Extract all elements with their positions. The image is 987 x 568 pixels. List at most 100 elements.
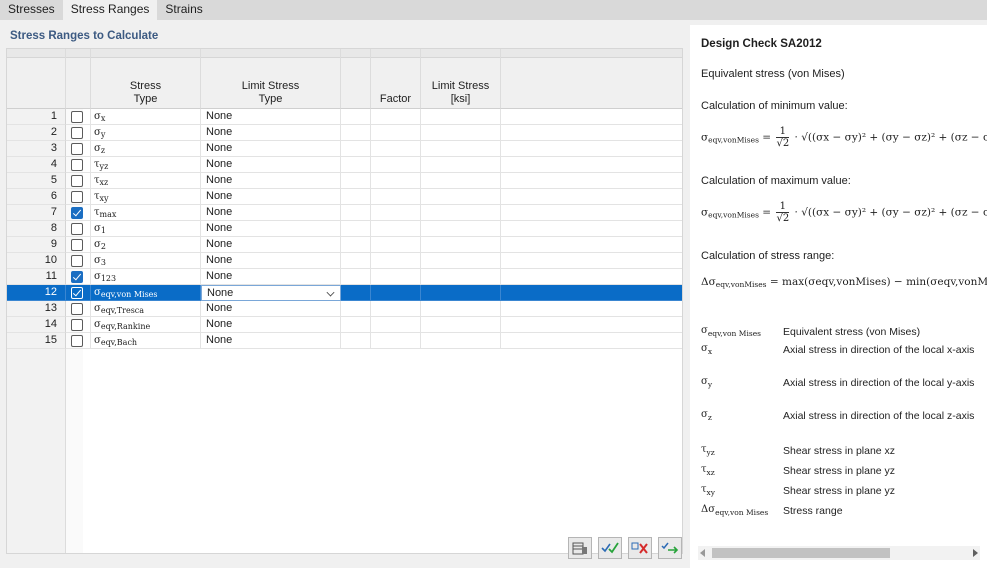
limit-stress-cell[interactable] [421, 269, 501, 285]
row-checkbox-cell[interactable] [66, 285, 91, 301]
limit-type-cell[interactable]: None [201, 205, 341, 221]
scroll-thumb[interactable] [712, 548, 890, 558]
limit-type-cell[interactable]: None [201, 173, 341, 189]
limit-stress-cell[interactable] [421, 253, 501, 269]
factor-cell[interactable] [371, 189, 421, 205]
scroll-left-icon[interactable] [700, 549, 705, 557]
row-checkbox[interactable] [71, 143, 83, 155]
row-checkbox-cell[interactable] [66, 301, 91, 317]
factor-cell[interactable] [371, 253, 421, 269]
row-checkbox[interactable] [71, 271, 83, 283]
table-row[interactable]: 5 τxz None [7, 173, 682, 189]
factor-cell[interactable] [371, 125, 421, 141]
tab-strains[interactable]: Strains [157, 0, 210, 20]
row-checkbox[interactable] [71, 239, 83, 251]
row-checkbox-cell[interactable] [66, 157, 91, 173]
limit-stress-cell[interactable] [421, 317, 501, 333]
row-checkbox-cell[interactable] [66, 333, 91, 349]
table-row[interactable]: 15 σeqv,Bach None [7, 333, 682, 349]
limit-stress-cell[interactable] [421, 157, 501, 173]
header-factor[interactable]: Factor [371, 49, 421, 109]
uncheck-all-icon[interactable] [628, 537, 652, 559]
factor-cell[interactable] [371, 141, 421, 157]
limit-type-cell[interactable]: None [201, 125, 341, 141]
row-checkbox[interactable] [71, 319, 83, 331]
row-checkbox[interactable] [71, 287, 83, 299]
row-checkbox-cell[interactable] [66, 109, 91, 125]
limit-type-cell[interactable]: None [201, 269, 341, 285]
toggle-check-icon[interactable] [658, 537, 682, 559]
limit-type-cell[interactable]: None [201, 141, 341, 157]
row-checkbox[interactable] [71, 223, 83, 235]
limit-type-cell[interactable]: None [201, 109, 341, 125]
limit-stress-cell[interactable] [421, 285, 501, 301]
factor-cell[interactable] [371, 301, 421, 317]
row-checkbox[interactable] [71, 159, 83, 171]
limit-stress-cell[interactable] [421, 221, 501, 237]
row-checkbox-cell[interactable] [66, 141, 91, 157]
limit-type-cell[interactable]: None [201, 253, 341, 269]
table-row[interactable]: 13 σeqv,Tresca None [7, 301, 682, 317]
limit-type-cell[interactable]: None [201, 221, 341, 237]
factor-cell[interactable] [371, 317, 421, 333]
table-row[interactable]: 7 τmax None [7, 205, 682, 221]
limit-stress-cell[interactable] [421, 237, 501, 253]
row-checkbox[interactable] [71, 111, 83, 123]
row-checkbox[interactable] [71, 207, 83, 219]
limit-type-cell[interactable]: None [201, 317, 341, 333]
limit-stress-cell[interactable] [421, 205, 501, 221]
factor-cell[interactable] [371, 205, 421, 221]
row-checkbox-cell[interactable] [66, 221, 91, 237]
limit-type-cell[interactable]: None [201, 237, 341, 253]
table-row[interactable]: 10 σ3 None [7, 253, 682, 269]
limit-type-cell[interactable]: None [201, 333, 341, 349]
table-row[interactable]: 4 τyz None [7, 157, 682, 173]
table-row[interactable]: 8 σ1 None [7, 221, 682, 237]
row-checkbox-cell[interactable] [66, 173, 91, 189]
factor-cell[interactable] [371, 333, 421, 349]
row-checkbox-cell[interactable] [66, 269, 91, 285]
limit-type-cell[interactable]: None [201, 189, 341, 205]
limit-type-dropdown[interactable]: None [201, 285, 341, 301]
row-checkbox[interactable] [71, 255, 83, 267]
row-checkbox[interactable] [71, 127, 83, 139]
limit-type-cell[interactable]: None [201, 301, 341, 317]
limit-type-cell[interactable]: None [201, 157, 341, 173]
header-limit-stress-type[interactable]: Limit Stress Type [201, 49, 341, 109]
table-row[interactable]: 9 σ2 None [7, 237, 682, 253]
row-checkbox[interactable] [71, 335, 83, 347]
row-checkbox-cell[interactable] [66, 205, 91, 221]
limit-stress-cell[interactable] [421, 333, 501, 349]
header-stress-type[interactable]: Stress Type [91, 49, 201, 109]
scroll-right-icon[interactable] [973, 549, 978, 557]
header-limit-stress[interactable]: Limit Stress [ksi] [421, 49, 501, 109]
table-row[interactable]: 6 τxy None [7, 189, 682, 205]
table-row[interactable]: 1 σx None [7, 109, 682, 125]
limit-stress-cell[interactable] [421, 109, 501, 125]
row-checkbox-cell[interactable] [66, 317, 91, 333]
limit-stress-cell[interactable] [421, 189, 501, 205]
factor-cell[interactable] [371, 109, 421, 125]
row-checkbox[interactable] [71, 175, 83, 187]
factor-cell[interactable] [371, 221, 421, 237]
tab-stress-ranges[interactable]: Stress Ranges [62, 0, 158, 20]
row-checkbox[interactable] [71, 303, 83, 315]
factor-cell[interactable] [371, 237, 421, 253]
row-checkbox[interactable] [71, 191, 83, 203]
row-checkbox-cell[interactable] [66, 125, 91, 141]
factor-cell[interactable] [371, 285, 421, 301]
limit-stress-cell[interactable] [421, 301, 501, 317]
factor-cell[interactable] [371, 269, 421, 285]
horizontal-scrollbar[interactable] [698, 546, 980, 560]
row-checkbox-cell[interactable] [66, 189, 91, 205]
table-settings-icon[interactable] [568, 537, 592, 559]
table-row[interactable]: 14 σeqv,Rankine None [7, 317, 682, 333]
table-row[interactable]: 11 σ123 None [7, 269, 682, 285]
table-row[interactable]: 2 σy None [7, 125, 682, 141]
tab-stresses[interactable]: Stresses [0, 0, 63, 20]
check-all-icon[interactable] [598, 537, 622, 559]
factor-cell[interactable] [371, 173, 421, 189]
row-checkbox-cell[interactable] [66, 237, 91, 253]
limit-stress-cell[interactable] [421, 173, 501, 189]
table-row[interactable]: 3 σz None [7, 141, 682, 157]
